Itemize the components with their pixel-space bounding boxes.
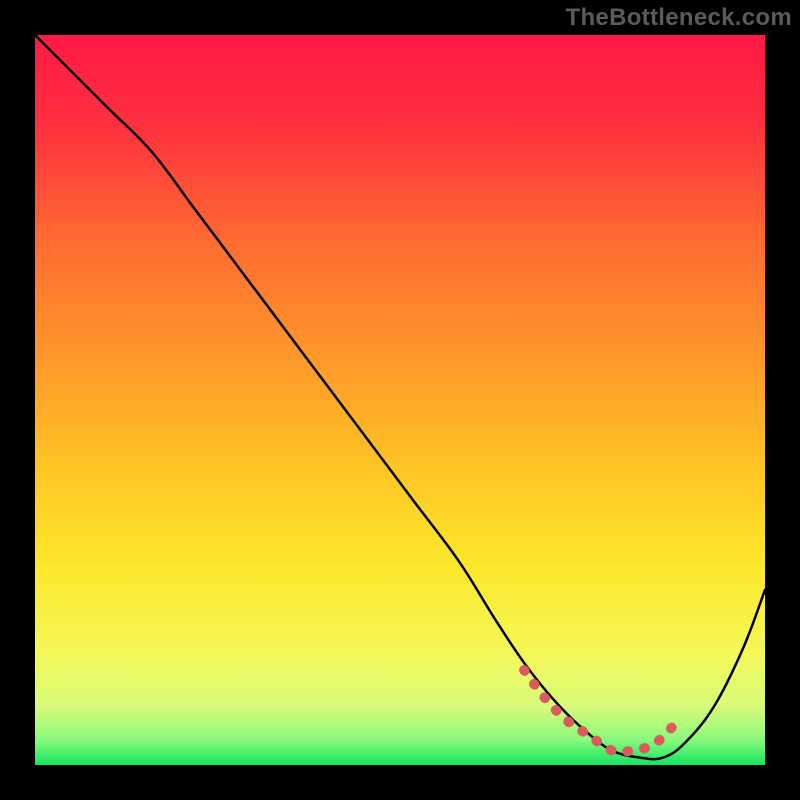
watermark-text: TheBottleneck.com bbox=[566, 4, 792, 32]
gradient-background bbox=[35, 35, 765, 765]
chart-container: TheBottleneck.com bbox=[0, 0, 800, 800]
plot-area bbox=[35, 35, 765, 765]
